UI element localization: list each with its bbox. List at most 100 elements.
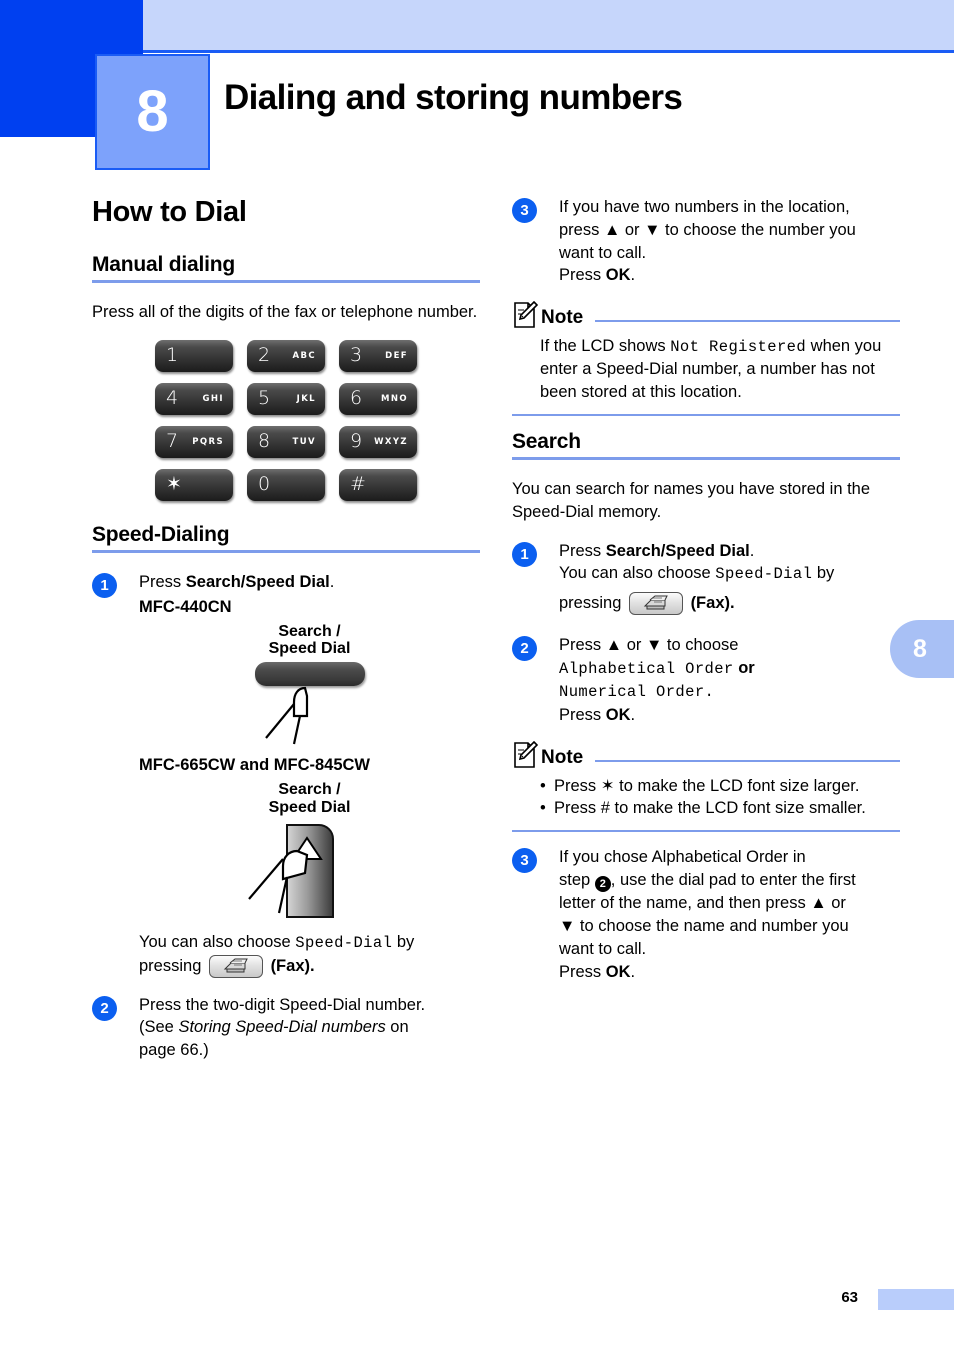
search-step2-line1b: or (622, 636, 646, 655)
search-step3-line6-suffix: . (630, 962, 636, 981)
note-footer-rule (512, 413, 900, 416)
key-digit: 8 (258, 430, 271, 453)
search-step-2: 2 Press ▲ or ▼ to choose Alphabetical Or… (512, 634, 900, 726)
search-step3-line6-prefix: Press (559, 962, 606, 981)
step2-line1: Press the two-digit Speed-Dial number. (139, 995, 426, 1014)
keypad-key: 3 DEF (339, 339, 417, 372)
lcd-option-numerical-order: Numerical Order. (559, 683, 715, 702)
chapter-number: 8 (136, 79, 169, 144)
also-choose-speed-dial-text: You can also choose Speed-Dial by pressi… (139, 931, 480, 978)
model-label-665cw-845cw: MFC-665CW and MFC-845CW (139, 756, 371, 775)
search-step-1: 1 Press Search/Speed Dial. You can also … (512, 540, 900, 621)
ok-key-label: OK (605, 705, 631, 724)
page-footer-bar (878, 1289, 954, 1310)
step-number: 3 (512, 848, 537, 874)
search-step3-line3a: letter of the name, and then press (559, 894, 811, 913)
keypad-key: 5 JKL (247, 382, 325, 415)
step-text: If you chose Alphabetical Order in step … (559, 846, 900, 983)
key-digit: 3 (350, 344, 363, 367)
search-step3-line2-prefix: step (559, 870, 595, 889)
also-choose-suffix: by (392, 933, 415, 952)
keypad-key: 1 (155, 339, 233, 372)
note-label: Note (541, 307, 584, 329)
note-box-font-size: Note Press ✶ to make the LCD font size l… (512, 740, 900, 833)
search-step3-line5: want to call. (559, 939, 647, 958)
speed-dialing-step-1: 1 Press Search/Speed Dial. MFC-440CN Sea… (92, 571, 480, 978)
page-title: Dialing and storing numbers (224, 78, 683, 117)
divider-search (512, 456, 900, 460)
note-body: Press ✶ to make the LCD font size larger… (512, 775, 900, 821)
step-text: If you have two numbers in the location,… (559, 196, 900, 287)
subheading-manual-dialing: Manual dialing (92, 253, 236, 276)
speed-dial-lcd-text: Speed-Dial (715, 565, 813, 584)
pressing-label: pressing (559, 593, 622, 612)
step-text-suffix: . (329, 572, 335, 591)
note-label: Note (541, 746, 584, 768)
key-letters: DEF (385, 350, 408, 361)
key-digit: 7 (166, 430, 179, 453)
step2-line2-prefix: (See (139, 1018, 179, 1037)
fax-key-icon (208, 954, 263, 978)
lcd-message-not-registered: Not Registered (670, 338, 807, 357)
speed-dial-lcd-text: Speed-Dial (295, 934, 393, 953)
ok-key-label: OK (605, 962, 631, 981)
chapter-side-tab: 8 (890, 620, 954, 678)
chapter-number-box: 8 (95, 54, 210, 170)
list-item: Press # to make the LCD font size smalle… (540, 797, 900, 820)
arrow-down-icon: ▼ (559, 917, 576, 936)
step-number: 2 (92, 995, 117, 1021)
keypad-key: 9 WXYZ (339, 425, 417, 458)
step-text: Press Search/Speed Dial. You can also ch… (559, 540, 900, 621)
step-number: 2 (512, 636, 537, 662)
button-caption-line2: Speed Dial (268, 640, 351, 658)
inline-step-reference: 2 (594, 876, 611, 893)
search-step3-line2-suffix: , use the dial pad to enter the first (610, 870, 856, 889)
button-caption-line1: Search / (278, 622, 341, 640)
key-letters: TUV (292, 436, 316, 447)
fax-key-icon (628, 591, 683, 615)
search-step2-line1c: to choose (662, 636, 739, 655)
key-letters: ABC (292, 350, 316, 361)
step-text: Press Search/Speed Dial. (139, 571, 480, 594)
key-digit: 0 (258, 473, 271, 496)
search-step2-line4-prefix: Press (559, 705, 606, 724)
pressing-label: pressing (139, 956, 202, 975)
note-header-rule (595, 759, 900, 762)
key-digit: 5 (258, 387, 271, 410)
key-digit: # (350, 473, 366, 496)
pointing-finger-icon (264, 687, 308, 745)
note-body: If the LCD shows Not Registered when you… (512, 335, 900, 404)
step2-line3: page 66.) (139, 1041, 209, 1060)
button-caption-line1: Search / (278, 781, 341, 799)
search-step1-suffix: . (749, 541, 755, 560)
step-text: Press ▲ or ▼ to choose Alphabetical Orde… (559, 634, 900, 726)
step-text: Press the two-digit Speed-Dial number. (… (139, 994, 480, 1062)
speed-dialing-step-2: 2 Press the two-digit Speed-Dial number.… (92, 994, 480, 1062)
subheading-search: Search (512, 429, 581, 453)
search-step-3: 3 If you chose Alphabetical Order in ste… (512, 846, 900, 983)
keypad-key: 8 TUV (247, 425, 325, 458)
key-digit: ✶ (166, 473, 182, 496)
key-letters: GHI (202, 393, 224, 404)
keypad-key: ✶ (155, 468, 233, 501)
step2-line2-suffix: on (385, 1018, 409, 1037)
search-intro: You can search for names you have stored… (512, 479, 871, 521)
arrow-up-icon: ▲ (810, 894, 827, 913)
search-step1-prefix: Press (559, 541, 606, 560)
button-caption: Search / Speed Dial (139, 623, 480, 659)
button-caption-line2: Speed Dial (268, 799, 351, 817)
search-step2-line4-suffix: . (630, 705, 636, 724)
keypad-key: 0 (247, 468, 325, 501)
search-speed-dial-figure-665cw: Search / Speed Dial (139, 781, 480, 921)
key-letters: WXYZ (374, 436, 408, 447)
side-tab-number: 8 (913, 634, 927, 663)
cross-reference-title: Storing Speed-Dial numbers (178, 1018, 386, 1037)
key-digit: 2 (258, 344, 271, 367)
search-speed-dial-button-graphic (254, 662, 365, 687)
list-item: Press ✶ to make the LCD font size larger… (540, 775, 900, 798)
page-number: 63 (841, 1289, 858, 1306)
key-digit: 4 (166, 387, 179, 410)
key-letters: JKL (296, 393, 316, 404)
note-header: Note (512, 300, 900, 329)
step3-line1: If you have two numbers in the location, (559, 198, 850, 216)
